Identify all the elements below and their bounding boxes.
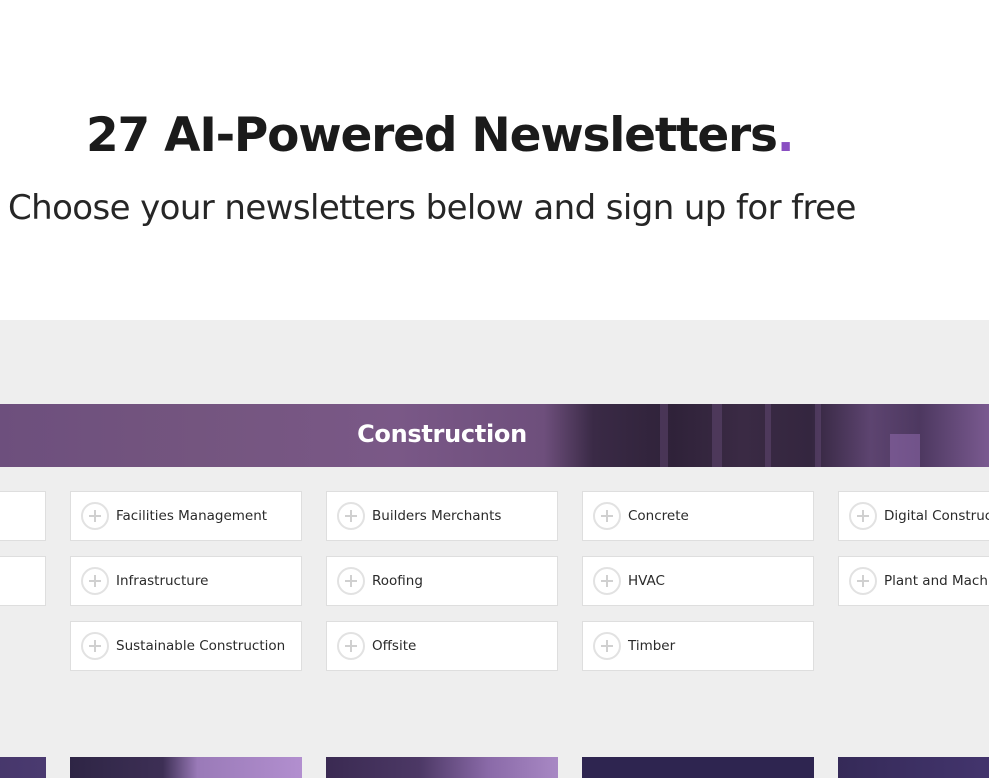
newsletter-label: Builders Merchants (372, 508, 502, 524)
plus-circle-icon[interactable] (81, 567, 109, 595)
category-thumbnail[interactable] (326, 757, 558, 778)
page-title: 27 AI-Powered Newsletters. (86, 108, 795, 163)
newsletter-option-offsite[interactable]: Offsite (326, 621, 558, 671)
newsletter-label: Infrastructure (116, 573, 209, 589)
plus-circle-icon[interactable] (81, 632, 109, 660)
plus-circle-icon[interactable] (849, 567, 877, 595)
newsletter-label: Digital Construction (884, 508, 989, 524)
newsletter-option-facilities-management[interactable]: Facilities Management (70, 491, 302, 541)
plus-circle-icon[interactable] (337, 632, 365, 660)
newsletter-label: Offsite (372, 638, 417, 654)
newsletter-option-plant-and-machinery[interactable]: Plant and Machinery (838, 556, 989, 606)
newsletter-option-roofing[interactable]: Roofing (326, 556, 558, 606)
newsletter-option[interactable] (0, 556, 46, 606)
newsletter-option-concrete[interactable]: Concrete (582, 491, 814, 541)
plus-circle-icon[interactable] (337, 567, 365, 595)
newsletter-option-sustainable-construction[interactable]: Sustainable Construction (70, 621, 302, 671)
plus-circle-icon[interactable] (849, 502, 877, 530)
newsletter-label: Roofing (372, 573, 423, 589)
banner-image-detail (890, 434, 920, 467)
newsletter-option-hvac[interactable]: HVAC (582, 556, 814, 606)
newsletter-label: Sustainable Construction (116, 638, 286, 654)
newsletter-option-infrastructure[interactable]: Infrastructure (70, 556, 302, 606)
hero-section: 27 AI-Powered Newsletters. Choose your n… (0, 0, 989, 320)
newsletter-label: Plant and Machinery (884, 573, 989, 589)
plus-circle-icon[interactable] (593, 567, 621, 595)
plus-circle-icon[interactable] (337, 502, 365, 530)
category-title: Construction (357, 420, 527, 448)
newsletter-option-builders-merchants[interactable]: Builders Merchants (326, 491, 558, 541)
title-accent-dot: . (776, 108, 795, 163)
newsletter-section: Construction Facilities Management Infra… (0, 320, 989, 778)
newsletter-label: Timber (628, 638, 676, 654)
page-subtitle: Choose your newsletters below and sign u… (8, 188, 856, 228)
newsletter-option[interactable] (0, 491, 46, 541)
plus-circle-icon[interactable] (593, 632, 621, 660)
newsletter-label: Concrete (628, 508, 689, 524)
category-thumbnail[interactable] (838, 757, 989, 778)
plus-circle-icon[interactable] (81, 502, 109, 530)
newsletter-option-digital-construction[interactable]: Digital Construction (838, 491, 989, 541)
newsletter-label: Facilities Management (116, 508, 268, 524)
newsletter-label: HVAC (628, 573, 665, 589)
plus-circle-icon[interactable] (593, 502, 621, 530)
category-thumbnail[interactable] (0, 757, 46, 778)
category-thumbnail[interactable] (70, 757, 302, 778)
newsletter-option-timber[interactable]: Timber (582, 621, 814, 671)
category-banner: Construction (0, 404, 989, 467)
category-thumbnail[interactable] (582, 757, 814, 778)
page-title-text: 27 AI-Powered Newsletters (86, 108, 778, 163)
